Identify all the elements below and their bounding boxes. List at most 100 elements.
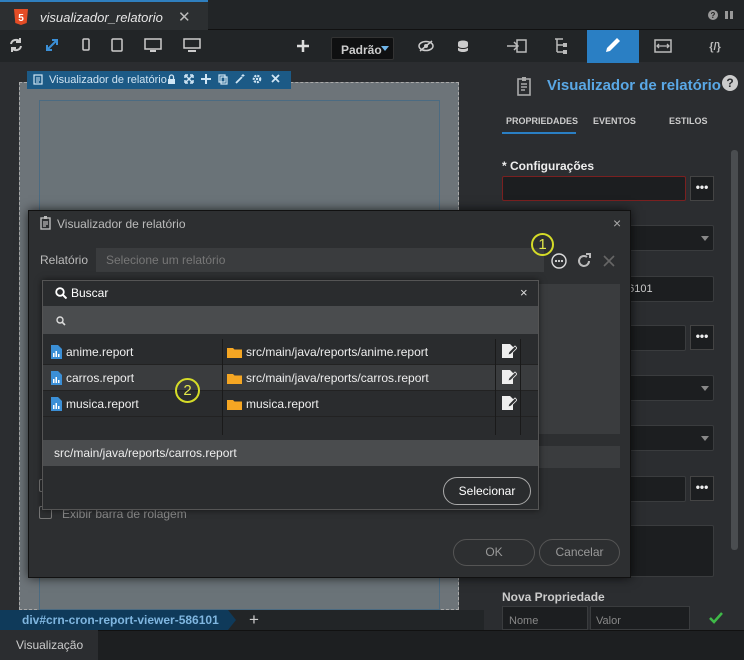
column-divider — [520, 339, 521, 365]
panel-scrollbar[interactable] — [731, 150, 738, 550]
report-file-icon — [51, 371, 62, 385]
expand-icon[interactable] — [45, 38, 61, 54]
desktop-icon[interactable] — [144, 38, 162, 54]
lock-icon[interactable] — [167, 74, 178, 85]
tree-icon[interactable] — [538, 30, 589, 62]
more-button-2[interactable]: ••• — [690, 325, 714, 350]
breadcrumb[interactable]: div#crn-cron-report-viewer-586101 — [0, 610, 236, 630]
close-icon[interactable]: × — [520, 285, 528, 300]
table-row-selected[interactable]: carros.report src/main/java/reports/carr… — [43, 365, 538, 391]
tab-visualization-label: Visualização — [16, 638, 84, 652]
html5-icon: 5 — [14, 9, 28, 25]
tab-events[interactable]: EVENTOS — [593, 116, 636, 126]
report-input[interactable] — [96, 248, 544, 272]
cancel-button[interactable]: Cancelar — [539, 539, 620, 566]
edit-icon[interactable] — [502, 370, 517, 385]
refresh-icon[interactable] — [9, 38, 25, 54]
report-file-icon — [51, 397, 62, 411]
close-icon[interactable]: × — [613, 215, 621, 231]
wide-screen-icon[interactable] — [183, 38, 201, 54]
clear-icon[interactable] — [603, 255, 615, 267]
help-icon[interactable]: ? — [722, 75, 738, 91]
edit-icon[interactable] — [502, 396, 517, 411]
column-divider — [222, 417, 223, 435]
more-options-icon[interactable] — [551, 253, 567, 269]
search-input[interactable] — [45, 308, 536, 332]
folder-icon — [227, 348, 242, 358]
tab-properties-editor[interactable] — [587, 30, 639, 63]
config-label: * Configurações — [502, 159, 595, 173]
report-file-icon — [51, 345, 62, 359]
hide-icon[interactable] — [418, 40, 434, 56]
config-more-button[interactable]: ••• — [690, 176, 714, 201]
annotation-marker-2: 2 — [175, 378, 200, 403]
mode-select[interactable]: Padrão — [331, 37, 394, 60]
column-divider — [495, 417, 496, 435]
gear-icon[interactable] — [252, 74, 263, 85]
ok-button[interactable]: OK — [453, 539, 535, 566]
help-settings-icons[interactable]: ? — [707, 9, 737, 21]
select-field-2[interactable] — [620, 375, 714, 401]
textarea-field[interactable] — [620, 525, 714, 577]
config-field[interactable] — [502, 176, 686, 201]
report-name: musica.report — [66, 397, 139, 411]
dialog-title: Visualizador de relatório — [57, 217, 186, 231]
search-title: Buscar — [71, 286, 109, 300]
component-title: Visualizador de relatório — [49, 74, 167, 86]
tab-visualization[interactable]: Visualização — [0, 630, 98, 660]
folder-icon — [227, 400, 242, 410]
delete-icon[interactable] — [271, 74, 282, 85]
column-divider — [222, 339, 223, 365]
column-divider — [520, 417, 521, 435]
check-icon[interactable] — [709, 612, 723, 624]
column-divider — [222, 391, 223, 417]
reload-icon[interactable] — [576, 253, 592, 269]
report-icon — [33, 74, 44, 85]
move-icon[interactable] — [184, 74, 195, 85]
active-tab-indicator — [502, 132, 576, 134]
property-value-input[interactable]: Valor — [590, 606, 690, 630]
mobile-icon[interactable] — [81, 38, 97, 54]
more-button-3[interactable]: ••• — [690, 476, 714, 501]
report-path: src/main/java/reports/carros.report — [246, 371, 429, 385]
close-icon[interactable]: ✕ — [178, 8, 191, 26]
search-icon — [55, 287, 67, 299]
selected-path: src/main/java/reports/carros.report — [43, 440, 538, 466]
column-divider — [222, 365, 223, 391]
mode-select-value: Padrão — [341, 43, 382, 57]
select-field-3[interactable] — [620, 425, 714, 451]
component-toolbar[interactable]: Visualizador de relatório — [27, 71, 291, 89]
add-breadcrumb-icon[interactable]: + — [249, 610, 259, 630]
svg-text:5: 5 — [18, 13, 24, 24]
plus-icon[interactable] — [201, 74, 212, 85]
tablet-icon[interactable] — [111, 38, 127, 54]
status-bar — [0, 630, 744, 660]
report-viewer-icon — [516, 77, 534, 97]
database-icon[interactable] — [457, 40, 473, 56]
empty-table-area — [43, 417, 538, 435]
folder-icon — [227, 374, 242, 384]
report-icon — [40, 216, 52, 230]
select-field-1[interactable] — [620, 225, 714, 251]
report-name: anime.report — [66, 345, 134, 359]
table-row[interactable]: anime.report src/main/java/reports/anime… — [43, 339, 538, 365]
editor-toolbar — [0, 30, 484, 62]
resize-icon[interactable] — [639, 30, 690, 62]
select-button[interactable]: Selecionar — [443, 477, 531, 505]
magic-wand-icon[interactable] — [235, 74, 246, 85]
table-row[interactable]: musica.report musica.report — [43, 391, 538, 417]
column-divider — [495, 365, 496, 391]
file-tab-label: visualizador_relatorio — [40, 10, 163, 25]
report-label: Relatório — [40, 253, 89, 267]
breadcrumb-label: div#crn-cron-report-viewer-586101 — [22, 613, 219, 627]
property-name-input[interactable]: Nome — [502, 606, 588, 630]
tab-styles[interactable]: ESTILOS — [669, 116, 708, 126]
add-icon[interactable] — [297, 40, 313, 56]
tab-properties[interactable]: PROPRIEDADES — [506, 116, 578, 126]
copy-icon[interactable] — [218, 74, 229, 85]
file-tab[interactable]: 5 visualizador_relatorio ✕ — [0, 0, 208, 30]
chevron-down-icon — [381, 46, 389, 51]
dialog-background-row — [538, 446, 620, 468]
edit-icon[interactable] — [502, 344, 517, 359]
code-icon[interactable]: {/} — [690, 30, 741, 62]
